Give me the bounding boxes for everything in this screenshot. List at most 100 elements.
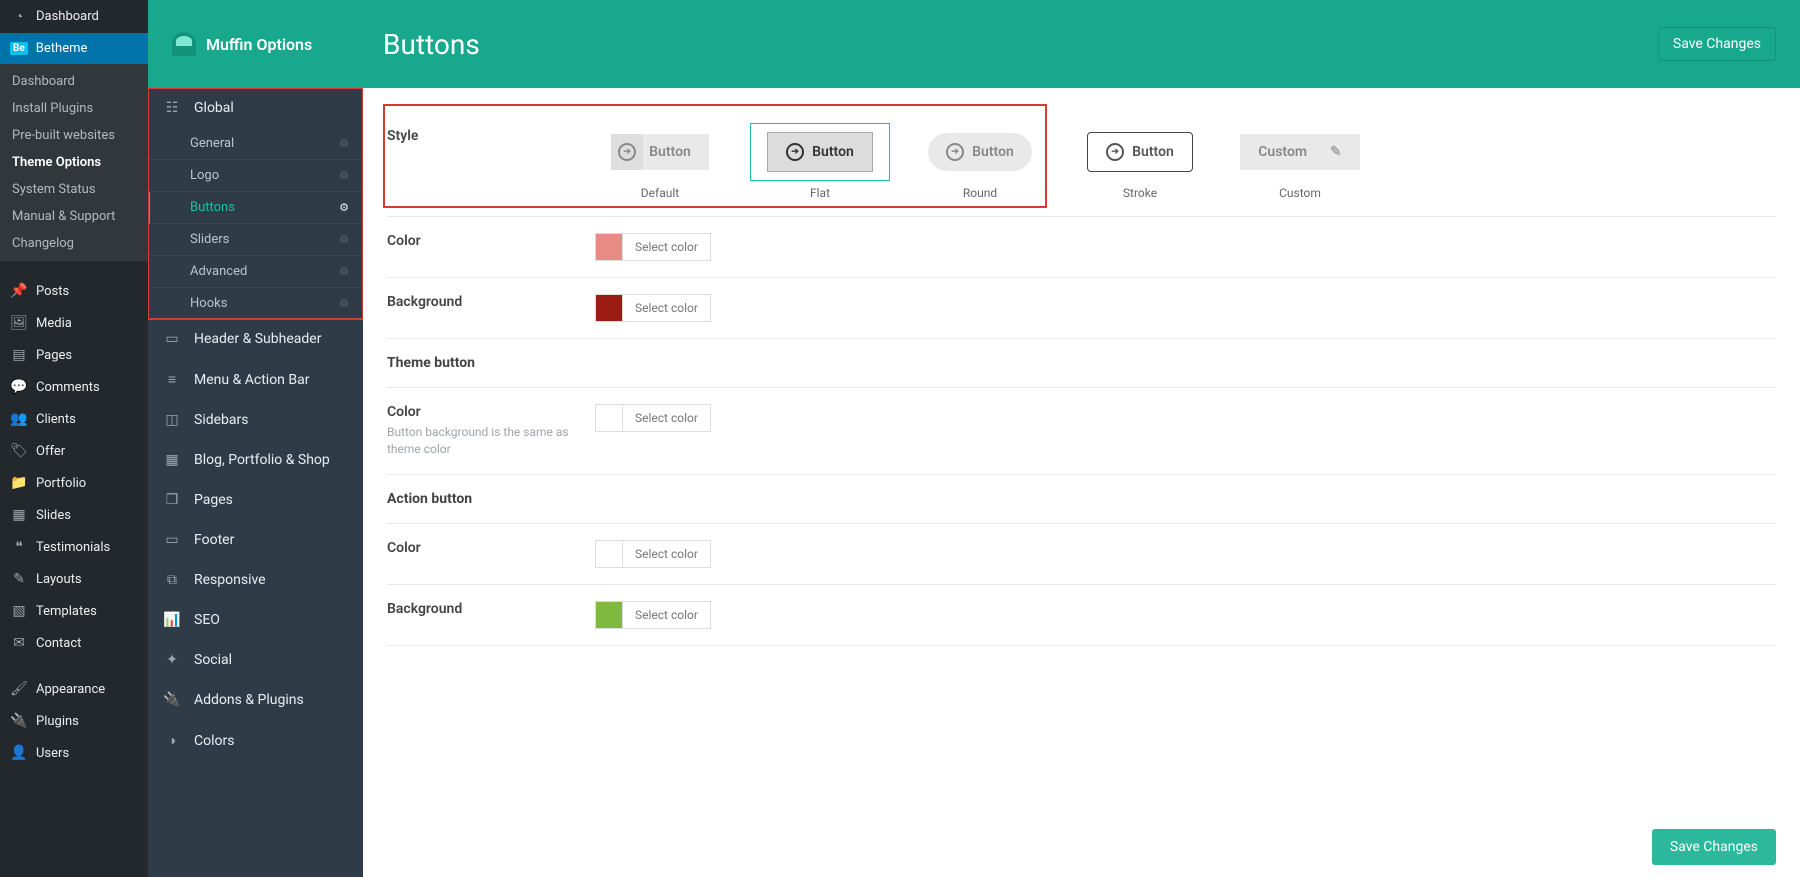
sidebar-item-media[interactable]: 🖼Media — [0, 307, 148, 339]
mo-section-label: Pages — [194, 492, 233, 508]
sidebar-item-label: Testimonials — [36, 540, 110, 555]
option-label-color-action: Color — [387, 540, 595, 556]
gear-icon: ⚙ — [339, 169, 349, 182]
options-header-bar: Muffin Options Buttons Save Changes — [148, 0, 1800, 88]
muffin-logo-icon — [172, 32, 196, 56]
select-color-button[interactable]: Select color — [622, 233, 711, 261]
mo-sub-hooks[interactable]: Hooks⚙ — [148, 288, 363, 319]
sidebar-sub-prebuilt[interactable]: Pre-built websites — [0, 122, 148, 149]
mo-sub-advanced[interactable]: Advanced⚙ — [148, 256, 363, 288]
sample-button-label: Button — [1132, 144, 1174, 160]
sidebar-sub-system-status[interactable]: System Status — [0, 176, 148, 203]
mo-section-colors[interactable]: ◑ Colors — [148, 720, 363, 761]
sidebar-item-users[interactable]: 👤Users — [0, 737, 148, 769]
mo-section-header-subheader[interactable]: ▭ Header & Subheader — [148, 319, 363, 359]
mo-section-social[interactable]: ✦Social — [148, 640, 363, 680]
mo-section-footer[interactable]: ▭Footer — [148, 520, 363, 560]
mo-sub-buttons[interactable]: Buttons⚙ — [148, 192, 363, 224]
mo-section-addons[interactable]: 🔌Addons & Plugins — [148, 680, 363, 720]
mo-sub-sliders[interactable]: Sliders⚙ — [148, 224, 363, 256]
color-swatch[interactable] — [595, 294, 623, 322]
save-changes-button-bottom[interactable]: Save Changes — [1652, 829, 1776, 865]
select-color-button[interactable]: Select color — [622, 601, 711, 629]
dashboard-icon: ◔ — [10, 8, 28, 25]
gear-icon: ⚙ — [339, 233, 349, 246]
save-changes-button-top[interactable]: Save Changes — [1658, 27, 1776, 61]
sidebar-sub-theme-options[interactable]: Theme Options — [0, 149, 148, 176]
sidebar-item-pages[interactable]: ▤Pages — [0, 339, 148, 371]
sidebar-sub-install-plugins[interactable]: Install Plugins — [0, 95, 148, 122]
sidebar-item-label: Dashboard — [36, 9, 99, 24]
slides-icon: ▦ — [10, 507, 28, 523]
sidebar-item-contact[interactable]: ✉Contact — [0, 627, 148, 659]
brand-label: Muffin Options — [206, 35, 312, 54]
mo-section-label: Sidebars — [194, 412, 248, 428]
footer-icon: ▭ — [162, 532, 182, 548]
style-option-stroke[interactable]: ➔Button Stroke — [1075, 128, 1205, 200]
sidebar-sub-dashboard[interactable]: Dashboard — [0, 68, 148, 95]
options-body: Style ➔Button Default ➔Button Flat — [363, 88, 1800, 877]
sample-button-label: Custom — [1258, 144, 1307, 160]
sidebar-sub-changelog[interactable]: Changelog — [0, 230, 148, 257]
style-caption: Stroke — [1075, 186, 1205, 200]
mo-section-label: Responsive — [194, 572, 266, 588]
sidebar-item-plugins[interactable]: 🔌Plugins — [0, 705, 148, 737]
mo-sub-logo[interactable]: Logo⚙ — [148, 160, 363, 192]
colors-icon: ◑ — [162, 732, 182, 749]
mo-section-blog[interactable]: ▦Blog, Portfolio & Shop — [148, 440, 363, 480]
select-color-button[interactable]: Select color — [622, 404, 711, 432]
mo-section-seo[interactable]: 📊 SEO — [148, 600, 363, 640]
select-color-button[interactable]: Select color — [622, 294, 711, 322]
user-icon: 👤 — [10, 745, 28, 761]
wp-admin-sidebar: ◔ Dashboard BeBetheme Dashboard Install P… — [0, 0, 148, 877]
mo-section-label: Menu & Action Bar — [194, 372, 309, 388]
mo-section-label: SEO — [194, 612, 220, 628]
style-option-custom[interactable]: Custom ✎ Custom — [1235, 128, 1365, 200]
arrow-circle-icon: ➔ — [618, 143, 636, 161]
color-swatch[interactable] — [595, 601, 623, 629]
gear-icon: ⚙ — [339, 265, 349, 278]
sidebar-item-appearance[interactable]: 🖌Appearance — [0, 673, 148, 705]
sidebar-item-betheme[interactable]: BeBetheme — [0, 33, 148, 64]
sample-button-label: Button — [649, 144, 691, 160]
main-content: Muffin Options Buttons Save Changes ☷Glo… — [148, 0, 1800, 877]
pages-icon: ❐ — [162, 492, 182, 508]
sidebar-item-templates[interactable]: ▧Templates — [0, 595, 148, 627]
mo-subsection-global: General⚙ Logo⚙ Buttons⚙ Sliders⚙ Advance… — [148, 128, 363, 319]
layout-icon: ✎ — [10, 571, 28, 587]
sidebar-item-slides[interactable]: ▦Slides — [0, 499, 148, 531]
sidebar-item-dashboard[interactable]: ◔ Dashboard — [0, 0, 148, 33]
blog-icon: ▦ — [162, 452, 182, 468]
sidebar-item-label: Appearance — [36, 682, 105, 697]
header-icon: ▭ — [162, 331, 182, 347]
seo-icon: 📊 — [162, 612, 182, 628]
color-swatch[interactable] — [595, 540, 623, 568]
sidebar-item-testimonials[interactable]: ❝Testimonials — [0, 531, 148, 563]
sidebar-item-portfolio[interactable]: 📁Portfolio — [0, 467, 148, 499]
mo-section-global[interactable]: ☷Global — [148, 88, 363, 128]
arrow-circle-icon: ➔ — [946, 143, 964, 161]
menu-icon: ≡ — [162, 371, 182, 388]
sidebar-item-layouts[interactable]: ✎Layouts — [0, 563, 148, 595]
portfolio-icon: 📁 — [10, 475, 28, 491]
color-swatch[interactable] — [595, 404, 623, 432]
sidebar-item-comments[interactable]: 💬Comments — [0, 371, 148, 403]
option-label-color-theme: Color — [387, 404, 595, 420]
mo-section-label: Header & Subheader — [194, 331, 321, 347]
media-icon: 🖼 — [10, 315, 28, 331]
mo-section-responsive[interactable]: ⧉Responsive — [148, 560, 363, 600]
gear-icon: ⚙ — [339, 201, 349, 214]
sidebar-item-clients[interactable]: 👥Clients — [0, 403, 148, 435]
select-color-button[interactable]: Select color — [622, 540, 711, 568]
pencil-icon: ✎ — [1330, 144, 1342, 160]
color-swatch[interactable] — [595, 233, 623, 261]
sidebar-item-posts[interactable]: 📌Posts — [0, 275, 148, 307]
mo-sub-general[interactable]: General⚙ — [148, 128, 363, 160]
mo-section-pages[interactable]: ❐ Pages — [148, 480, 363, 520]
sidebar-item-offer[interactable]: 🏷Offer — [0, 435, 148, 467]
sidebar-sub-manual-support[interactable]: Manual & Support — [0, 203, 148, 230]
mo-section-menu-action[interactable]: ≡ Menu & Action Bar — [148, 359, 363, 400]
arrow-circle-icon: ➔ — [786, 143, 804, 161]
mo-section-label: Colors — [194, 733, 234, 749]
mo-section-sidebars[interactable]: ◫Sidebars — [148, 400, 363, 440]
